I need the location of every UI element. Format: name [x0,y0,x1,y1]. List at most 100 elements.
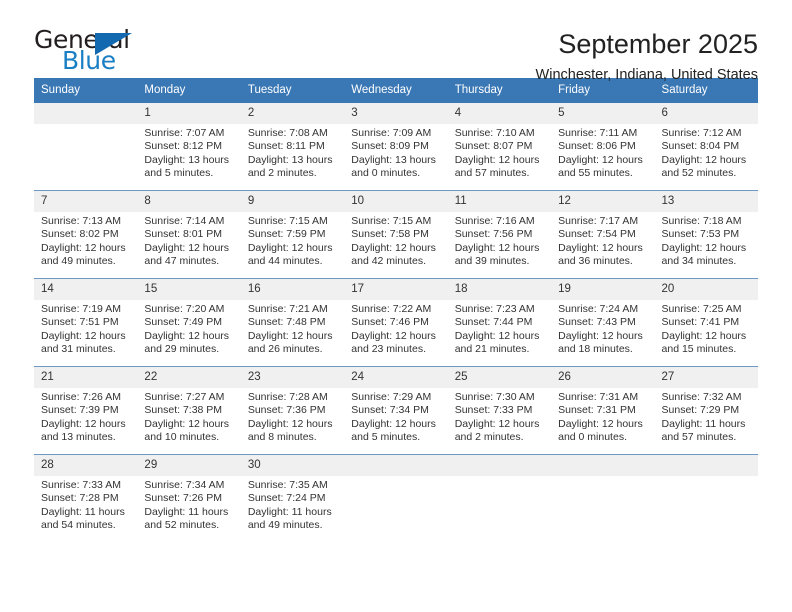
calendar-day-number: 20 [654,279,758,300]
calendar-day-number: 2 [240,103,345,124]
calendar-day-number: 5 [551,103,655,124]
calendar-cell-inner: 2 Sunrise: 7:08 AM Sunset: 8:11 PM Daylight… [240,103,345,190]
daylight-duration-line1: Daylight: 12 hours [41,241,126,254]
sunset-time: Sunset: 7:59 PM [247,228,326,241]
brand-name-blue: Blue [62,46,116,75]
daylight-duration-line1: Daylight: 11 hours [661,417,746,430]
calendar-day-details: Sunrise: 7:31 AM Sunset: 7:31 PM Daylight:… [551,388,654,445]
sunrise-time: Sunrise: 7:34 AM [144,479,225,491]
calendar-day-cell[interactable]: 16 Sunrise: 7:21 AM Sunset: 7:48 PM Dayligh… [240,278,345,367]
sunrise-time: Sunrise: 7:19 AM [41,303,121,315]
daylight-duration-line2: and 13 minutes. [41,431,116,444]
calendar-day-cell[interactable]: 14 Sunrise: 7:19 AM Sunset: 7:51 PM Dayligh… [34,278,138,367]
calendar-day-details: Sunrise: 7:28 AM Sunset: 7:36 PM Daylight:… [241,388,344,445]
title-block: September 2025 Winchester, Indiana, Unit… [536,26,758,85]
calendar-day-details: Sunrise: 7:19 AM Sunset: 7:51 PM Daylight:… [34,300,137,357]
calendar-day-cell[interactable]: 24 Sunrise: 7:29 AM Sunset: 7:34 PM Dayligh… [344,366,448,455]
calendar-day-number: 15 [137,279,241,300]
calendar-day-number [344,455,448,476]
sunset-time: Sunset: 8:04 PM [661,140,740,153]
daylight-duration-line1: Daylight: 12 hours [558,329,643,342]
calendar-day-number: 26 [551,367,655,388]
calendar-day-number: 25 [447,367,552,388]
daylight-duration-line1: Daylight: 12 hours [558,153,643,166]
calendar-day-details: Sunrise: 7:34 AM Sunset: 7:26 PM Daylight:… [137,476,240,533]
calendar-day-cell[interactable]: 4 Sunrise: 7:10 AM Sunset: 8:07 PM Daylight… [447,103,552,191]
daylight-duration-line1: Daylight: 12 hours [247,417,333,430]
calendar-day-number: 12 [551,191,655,212]
calendar-day-details: Sunrise: 7:21 AM Sunset: 7:48 PM Daylight:… [241,300,344,357]
calendar-day-cell[interactable]: 23 Sunrise: 7:28 AM Sunset: 7:36 PM Dayligh… [240,366,345,455]
calendar-cell-inner: 17 Sunrise: 7:22 AM Sunset: 7:46 PM Dayligh… [344,279,448,366]
calendar-week-row: 1 Sunrise: 7:07 AM Sunset: 8:12 PM Daylight… [34,103,758,191]
calendar-day-cell[interactable]: 10 Sunrise: 7:15 AM Sunset: 7:58 PM Dayligh… [344,190,448,279]
daylight-duration-line2: and 34 minutes. [661,255,737,268]
calendar-day-cell[interactable]: 29 Sunrise: 7:34 AM Sunset: 7:26 PM Dayligh… [137,454,241,542]
calendar-day-details: Sunrise: 7:09 AM Sunset: 8:09 PM Daylight:… [344,124,447,181]
daylight-duration-line2: and 2 minutes. [247,167,317,180]
calendar-day-number: 9 [240,191,345,212]
calendar-week-row: 28 Sunrise: 7:33 AM Sunset: 7:28 PM Dayligh… [34,454,758,542]
calendar-cell-empty [447,454,552,542]
calendar-day-cell[interactable]: 20 Sunrise: 7:25 AM Sunset: 7:41 PM Dayligh… [654,278,758,367]
calendar-cell-empty [344,454,448,542]
sunrise-time: Sunrise: 7:18 AM [661,215,742,227]
daylight-duration-line2: and 0 minutes. [351,167,421,180]
daylight-duration-line1: Daylight: 12 hours [351,241,436,254]
calendar-day-cell[interactable]: 13 Sunrise: 7:18 AM Sunset: 7:53 PM Dayligh… [654,190,758,279]
sunrise-time: Sunrise: 7:14 AM [144,215,225,227]
daylight-duration-line2: and 5 minutes. [144,167,214,180]
calendar-day-cell[interactable]: 25 Sunrise: 7:30 AM Sunset: 7:33 PM Dayligh… [447,366,552,455]
daylight-duration-line1: Daylight: 12 hours [144,241,230,254]
sunset-time: Sunset: 7:56 PM [454,228,533,241]
calendar-day-cell[interactable]: 9 Sunrise: 7:15 AM Sunset: 7:59 PM Daylight… [240,190,345,279]
sunrise-time: Sunrise: 7:33 AM [41,479,121,491]
sunrise-time: Sunrise: 7:09 AM [351,127,432,139]
daylight-duration-line2: and 15 minutes. [661,343,737,356]
calendar-day-cell[interactable]: 27 Sunrise: 7:32 AM Sunset: 7:29 PM Dayligh… [654,366,758,455]
calendar-day-cell[interactable]: 1 Sunrise: 7:07 AM Sunset: 8:12 PM Daylight… [137,103,241,191]
calendar-day-cell[interactable]: 12 Sunrise: 7:17 AM Sunset: 7:54 PM Dayligh… [551,190,655,279]
sunset-time: Sunset: 7:38 PM [144,404,223,417]
calendar-day-number: 24 [344,367,448,388]
daylight-duration-line2: and 52 minutes. [144,519,220,532]
calendar-day-cell[interactable]: 22 Sunrise: 7:27 AM Sunset: 7:38 PM Dayligh… [137,366,241,455]
calendar-day-cell[interactable]: 6 Sunrise: 7:12 AM Sunset: 8:04 PM Daylight… [654,103,758,191]
calendar-day-cell[interactable]: 21 Sunrise: 7:26 AM Sunset: 7:39 PM Dayligh… [34,366,138,455]
daylight-duration-line2: and 2 minutes. [454,431,524,444]
calendar-day-cell[interactable]: 17 Sunrise: 7:22 AM Sunset: 7:46 PM Dayligh… [344,278,448,367]
calendar-day-cell[interactable]: 11 Sunrise: 7:16 AM Sunset: 7:56 PM Dayligh… [447,190,552,279]
daylight-duration-line2: and 57 minutes. [661,431,737,444]
calendar-day-cell[interactable]: 8 Sunrise: 7:14 AM Sunset: 8:01 PM Daylight… [137,190,241,279]
calendar-day-cell[interactable]: 28 Sunrise: 7:33 AM Sunset: 7:28 PM Dayligh… [34,454,138,542]
calendar-day-cell[interactable]: 2 Sunrise: 7:08 AM Sunset: 8:11 PM Daylight… [240,103,345,191]
calendar-day-details: Sunrise: 7:29 AM Sunset: 7:34 PM Daylight:… [344,388,447,445]
calendar-cell-empty [551,454,655,542]
daylight-duration-line1: Daylight: 12 hours [351,417,436,430]
sunrise-time: Sunrise: 7:31 AM [558,391,639,403]
daylight-duration-line1: Daylight: 12 hours [558,417,643,430]
daylight-duration-line1: Daylight: 12 hours [454,329,540,342]
calendar-day-details: Sunrise: 7:22 AM Sunset: 7:46 PM Daylight:… [344,300,447,357]
calendar-cell-inner [654,455,758,542]
brand-logo[interactable]: General Blue [34,26,152,78]
calendar-day-details: Sunrise: 7:18 AM Sunset: 7:53 PM Daylight:… [655,212,758,269]
calendar-day-cell[interactable]: 5 Sunrise: 7:11 AM Sunset: 8:06 PM Daylight… [551,103,655,191]
calendar-day-cell[interactable]: 18 Sunrise: 7:23 AM Sunset: 7:44 PM Dayligh… [447,278,552,367]
sunrise-time: Sunrise: 7:29 AM [351,391,432,403]
sunset-time: Sunset: 8:02 PM [41,228,119,241]
calendar-day-cell[interactable]: 3 Sunrise: 7:09 AM Sunset: 8:09 PM Daylight… [344,103,448,191]
calendar-day-cell[interactable]: 19 Sunrise: 7:24 AM Sunset: 7:43 PM Dayligh… [551,278,655,367]
calendar-day-cell[interactable]: 15 Sunrise: 7:20 AM Sunset: 7:49 PM Dayligh… [137,278,241,367]
calendar-day-details: Sunrise: 7:07 AM Sunset: 8:12 PM Daylight:… [137,124,240,181]
calendar-day-number: 7 [34,191,138,212]
daylight-duration-line1: Daylight: 13 hours [247,153,333,166]
calendar-day-cell[interactable]: 26 Sunrise: 7:31 AM Sunset: 7:31 PM Dayligh… [551,366,655,455]
calendar-day-cell[interactable]: 7 Sunrise: 7:13 AM Sunset: 8:02 PM Daylight… [34,190,138,279]
calendar-day-number: 19 [551,279,655,300]
sunset-time: Sunset: 7:44 PM [454,316,533,329]
calendar-day-details: Sunrise: 7:08 AM Sunset: 8:11 PM Daylight:… [241,124,344,181]
calendar-cell-inner: 9 Sunrise: 7:15 AM Sunset: 7:59 PM Daylight… [240,191,345,278]
calendar-day-number: 18 [447,279,552,300]
calendar-day-cell[interactable]: 30 Sunrise: 7:35 AM Sunset: 7:24 PM Dayligh… [240,454,345,542]
